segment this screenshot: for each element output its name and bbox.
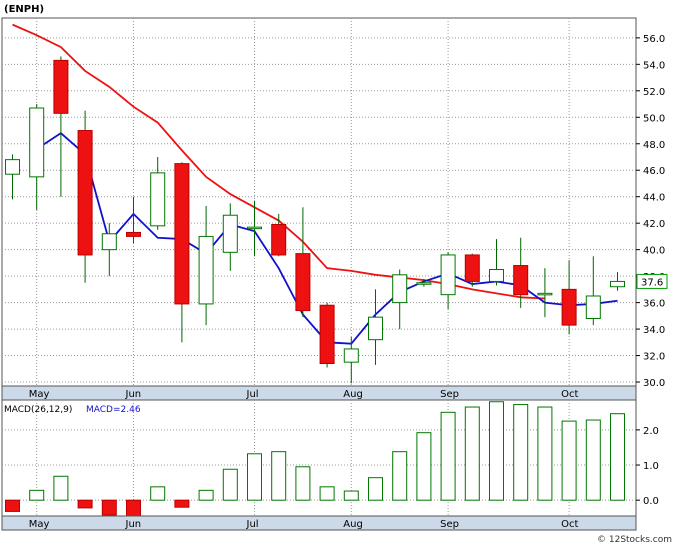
price-month-label: Jun (125, 389, 142, 400)
macd-bar-positive (319, 486, 335, 501)
price-panel-frame (1, 17, 637, 387)
macd-month-label: Jun (125, 519, 142, 530)
candle-down (77, 130, 93, 256)
candle-up (150, 172, 166, 227)
candle-down (464, 254, 480, 282)
macd-bar-positive (489, 401, 504, 501)
macd-bar-negative (5, 499, 20, 512)
price-month-band (1, 385, 637, 401)
candle-up (368, 316, 383, 341)
macd-bar-positive (222, 468, 238, 501)
macd-tick-label: 2.0 (643, 426, 659, 437)
price-tick-label: 42.0 (643, 219, 665, 230)
price-tick-label: 44.0 (643, 193, 665, 204)
macd-bar-positive (368, 477, 383, 501)
macd-month-label: May (29, 519, 50, 530)
price-tick-label: 46.0 (643, 166, 665, 177)
candle-up (222, 214, 238, 253)
candle-up (489, 269, 504, 282)
macd-bar-positive (392, 451, 408, 501)
candle-down (271, 224, 287, 256)
macd-month-label: Sep (440, 519, 459, 530)
candle-down (295, 253, 311, 312)
macd-bar-positive (295, 466, 311, 501)
candle-down (513, 265, 529, 296)
candle-down (174, 163, 190, 305)
candle-down (126, 231, 141, 237)
price-month-label: May (29, 389, 50, 400)
candle-down (319, 304, 335, 364)
candle-up (29, 107, 45, 178)
macd-legend-label: MACD(26,12,9) (4, 405, 72, 415)
macd-legend-value: MACD=2.46 (86, 405, 141, 415)
macd-month-label: Jul (246, 519, 259, 530)
price-tick-label: 48.0 (643, 140, 665, 151)
macd-month-label: Oct (561, 519, 578, 530)
candle-up (247, 226, 262, 230)
price-tick-label: 30.0 (643, 378, 665, 389)
candle-down (53, 59, 69, 114)
macd-bar-positive (343, 490, 359, 501)
price-month-label: Jul (246, 389, 259, 400)
macd-bar-negative (174, 499, 190, 508)
copyright-text: © 12Stocks.com (597, 535, 672, 545)
macd-bar-positive (610, 413, 625, 501)
candle-up (416, 282, 432, 285)
macd-bar-positive (513, 404, 529, 501)
price-tick-label: 40.0 (643, 246, 665, 257)
macd-bar-positive (198, 489, 214, 501)
macd-bar-positive (464, 406, 480, 501)
price-tick-label: 36.0 (643, 299, 665, 310)
macd-tick-label: 1.0 (643, 461, 659, 472)
macd-bar-positive (585, 419, 601, 501)
candle-up (537, 292, 553, 296)
price-month-label: Sep (440, 389, 459, 400)
price-tick-label: 54.0 (643, 60, 665, 71)
macd-month-band (1, 515, 637, 531)
price-month-label: Aug (343, 389, 363, 400)
macd-bar-positive (271, 451, 287, 501)
candle-up (5, 159, 20, 175)
price-tick-label: 32.0 (643, 352, 665, 363)
macd-bar-positive (247, 453, 262, 501)
macd-bar-positive (537, 406, 553, 501)
candle-up (343, 348, 359, 363)
candle-up (440, 254, 456, 296)
last-price-label: 37.6 (641, 277, 663, 288)
price-month-label: Oct (561, 389, 578, 400)
macd-tick-label: 0.0 (643, 496, 659, 507)
macd-bar-positive (53, 475, 69, 501)
candle-down (561, 288, 577, 326)
macd-bar-negative (126, 499, 141, 517)
macd-bar-negative (101, 499, 117, 516)
candle-up (198, 235, 214, 305)
candle-up (610, 280, 625, 288)
candle-up (101, 233, 117, 251)
chart-title: (ENPH) (4, 4, 44, 15)
price-tick-label: 52.0 (643, 87, 665, 98)
macd-bar-negative (77, 499, 93, 509)
candle-up (585, 295, 601, 319)
macd-bar-positive (150, 486, 166, 501)
candle-up (392, 274, 408, 304)
macd-bar-positive (416, 432, 432, 501)
stock-chart: (ENPH)ENPHMA(13)36.31MA(3)36.1430.032.03… (1, 4, 672, 545)
price-tick-label: 56.0 (643, 34, 665, 45)
macd-bar-positive (561, 420, 577, 501)
price-tick-label: 34.0 (643, 325, 665, 336)
macd-month-label: Aug (343, 519, 363, 530)
macd-bar-positive (440, 411, 456, 501)
macd-bar-positive (29, 489, 45, 501)
price-tick-label: 50.0 (643, 113, 665, 124)
